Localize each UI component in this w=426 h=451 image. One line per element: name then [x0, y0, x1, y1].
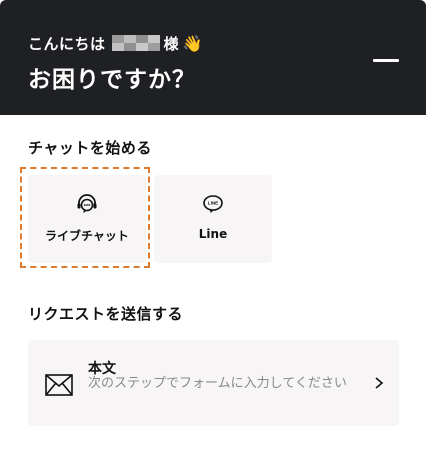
send-request-button[interactable]: 本文 次のステップでフォームに入力してください — [28, 340, 399, 426]
request-section-title: リクエストを送信する — [28, 305, 184, 323]
request-card-description: 次のステップでフォームに入力してください — [88, 376, 347, 391]
chat-section-title: チャットを始める — [28, 139, 152, 157]
honorific-text: 様 — [163, 34, 179, 53]
minimize-button[interactable] — [370, 50, 404, 70]
headline: お困りですか？ — [28, 67, 196, 93]
svg-text:LINE: LINE — [208, 201, 218, 206]
greeting-row: こんにちは 様 👋 — [28, 31, 202, 55]
mail-icon — [45, 374, 73, 396]
headset-chat-icon — [77, 194, 97, 213]
live-chat-label: ライブチャット — [45, 229, 129, 243]
redacted-username — [111, 35, 160, 51]
live-chat-button[interactable]: ライブチャット — [28, 175, 146, 263]
greeting-text: こんにちは — [28, 34, 106, 53]
line-label: Line — [198, 227, 228, 241]
chevron-right-icon — [375, 377, 384, 389]
line-logo-icon: LINE — [203, 195, 223, 213]
line-chat-button[interactable]: LINE Line — [154, 175, 272, 263]
minus-icon — [373, 59, 399, 62]
request-card-title: 本文 — [88, 361, 116, 377]
waving-hand-icon: 👋 — [182, 33, 203, 53]
widget-header: こんにちは 様 👋 お困りですか？ — [0, 0, 426, 115]
